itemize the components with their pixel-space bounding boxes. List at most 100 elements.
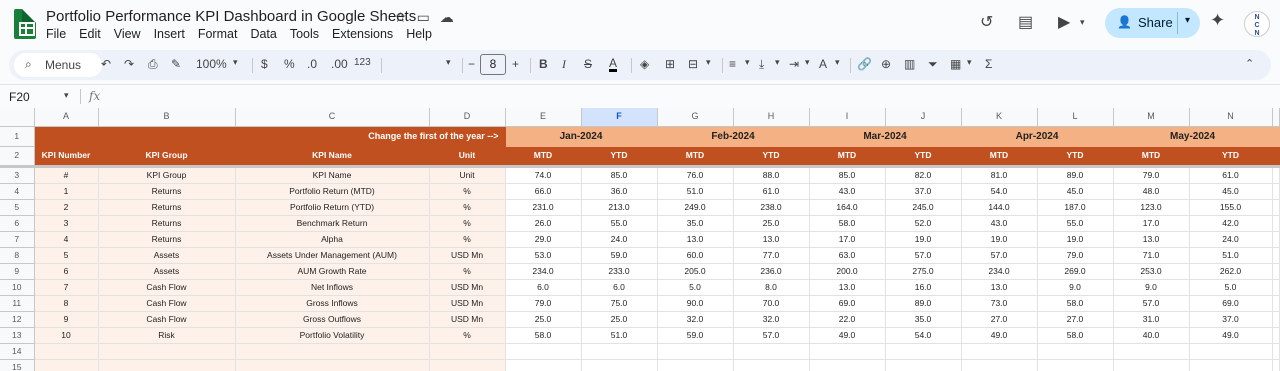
- column-header-k[interactable]: K: [961, 108, 1038, 127]
- ytd-value-cell[interactable]: 24.0: [1189, 231, 1273, 248]
- paint-format-icon[interactable]: ✎: [171, 57, 181, 71]
- text-wrapping-dropdown-icon[interactable]: ▾: [805, 57, 810, 68]
- ytd-value-cell[interactable]: 32.0: [733, 311, 810, 328]
- empty-cell[interactable]: [581, 343, 658, 360]
- mtd-value-cell[interactable]: 31.0: [1113, 311, 1190, 328]
- mtd-value-cell[interactable]: 123.0: [1113, 199, 1190, 216]
- ytd-value-cell[interactable]: 52.0: [885, 215, 962, 232]
- kpi-number-cell[interactable]: 3: [34, 215, 99, 232]
- unit-cell[interactable]: %: [429, 327, 506, 344]
- kpi-group-cell[interactable]: Risk: [98, 327, 236, 344]
- mtd-value-cell[interactable]: 26.0: [505, 215, 582, 232]
- column-title[interactable]: KPI Group: [98, 146, 236, 167]
- ytd-value-cell[interactable]: 19.0: [1037, 231, 1114, 248]
- kpi-number-cell[interactable]: 6: [34, 263, 99, 280]
- ytd-value-cell[interactable]: 13.0: [733, 231, 810, 248]
- year-change-note[interactable]: Change the first of the year -->: [34, 126, 506, 147]
- mtd-value-cell[interactable]: 57.0: [961, 247, 1038, 264]
- mtd-value-cell[interactable]: 43.0: [809, 183, 886, 200]
- ytd-value-cell[interactable]: 36.0: [581, 183, 658, 200]
- kpi-number-cell[interactable]: 7: [34, 279, 99, 296]
- ytd-value-cell[interactable]: 27.0: [1037, 311, 1114, 328]
- mtd-value-cell[interactable]: 164.0: [809, 199, 886, 216]
- column-header-l[interactable]: L: [1037, 108, 1114, 127]
- mtd-value-cell[interactable]: 200.0: [809, 263, 886, 280]
- unit-cell[interactable]: USD Mn: [429, 295, 506, 312]
- empty-cell[interactable]: [505, 343, 582, 360]
- currency-format-button[interactable]: $: [261, 57, 268, 71]
- kpi-name-cell[interactable]: Portfolio Volatility: [235, 327, 430, 344]
- select-all-corner[interactable]: [0, 108, 35, 127]
- mtd-value-cell[interactable]: 58.0: [809, 215, 886, 232]
- column-header-n[interactable]: N: [1189, 108, 1273, 127]
- merge-cells-icon[interactable]: ⊟: [688, 57, 698, 71]
- menu-item-extensions[interactable]: Extensions: [332, 27, 393, 41]
- row-header[interactable]: 8: [0, 247, 35, 264]
- empty-cell[interactable]: [1037, 359, 1114, 371]
- ytd-value-cell[interactable]: 51.0: [1189, 247, 1273, 264]
- row-header[interactable]: 5: [0, 199, 35, 216]
- column-header-d[interactable]: D: [429, 108, 506, 127]
- empty-cell[interactable]: [235, 343, 430, 360]
- kpi-name-cell[interactable]: Portfolio Return (MTD): [235, 183, 430, 200]
- kpi-group-cell[interactable]: Returns: [98, 231, 236, 248]
- empty-cell[interactable]: [733, 359, 810, 371]
- empty-cell[interactable]: [98, 359, 236, 371]
- functions-icon[interactable]: Σ: [985, 57, 992, 71]
- horizontal-align-dropdown-icon[interactable]: ▾: [745, 57, 750, 68]
- empty-cell[interactable]: [1272, 231, 1280, 248]
- empty-cell[interactable]: [1272, 164, 1280, 184]
- ytd-value-cell[interactable]: 6.0: [581, 279, 658, 296]
- mtd-value-cell[interactable]: 71.0: [1113, 247, 1190, 264]
- empty-cell[interactable]: [1272, 359, 1280, 371]
- column-title[interactable]: KPI Number: [34, 146, 99, 167]
- row-header[interactable]: 1: [0, 126, 35, 147]
- ytd-value-cell[interactable]: 57.0: [733, 327, 810, 344]
- ytd-value-cell[interactable]: 45.0: [1189, 183, 1273, 200]
- mtd-header[interactable]: MTD: [961, 146, 1038, 167]
- kpi-name-cell[interactable]: AUM Growth Rate: [235, 263, 430, 280]
- redo-icon[interactable]: ↷: [124, 57, 134, 71]
- meet-dropdown-icon[interactable]: ▾: [1080, 17, 1085, 28]
- insert-link-icon[interactable]: 🔗: [857, 57, 872, 71]
- kpi-name-cell[interactable]: Net Inflows: [235, 279, 430, 296]
- empty-cell[interactable]: [1272, 279, 1280, 296]
- mtd-value-cell[interactable]: 231.0: [505, 199, 582, 216]
- move-to-folder-icon[interactable]: ▭: [417, 9, 430, 26]
- fill-color-icon[interactable]: ◈: [640, 57, 649, 71]
- mtd-value-cell[interactable]: 13.0: [809, 279, 886, 296]
- empty-cell[interactable]: [961, 343, 1038, 360]
- increase-decimal-button[interactable]: .00: [331, 57, 348, 71]
- ytd-value-cell[interactable]: 25.0: [581, 311, 658, 328]
- kpi-name-cell[interactable]: Benchmark Return: [235, 215, 430, 232]
- empty-cell[interactable]: [98, 343, 236, 360]
- unit-cell[interactable]: %: [429, 183, 506, 200]
- insert-comment-icon[interactable]: ⊕: [881, 57, 891, 71]
- empty-cell[interactable]: [1272, 295, 1280, 312]
- mtd-value-cell[interactable]: 32.0: [657, 311, 734, 328]
- ytd-value-cell[interactable]: 77.0: [733, 247, 810, 264]
- column-header-g[interactable]: G: [657, 108, 734, 127]
- sheets-logo-icon[interactable]: [14, 9, 36, 39]
- gemini-sparkle-icon[interactable]: ✦: [1210, 10, 1225, 31]
- empty-cell[interactable]: [809, 359, 886, 371]
- document-title[interactable]: Portfolio Performance KPI Dashboard in G…: [46, 8, 416, 25]
- decrease-decimal-button[interactable]: .0: [307, 57, 317, 71]
- ytd-value-cell[interactable]: 155.0: [1189, 199, 1273, 216]
- mtd-value-cell[interactable]: 205.0: [657, 263, 734, 280]
- ytd-value-cell[interactable]: 88.0: [733, 164, 810, 184]
- kpi-group-cell[interactable]: Assets: [98, 263, 236, 280]
- ytd-value-cell[interactable]: 89.0: [1037, 164, 1114, 184]
- mtd-value-cell[interactable]: 27.0: [961, 311, 1038, 328]
- empty-cell[interactable]: [1272, 215, 1280, 232]
- vertical-align-dropdown-icon[interactable]: ▾: [775, 57, 780, 68]
- row-header[interactable]: 11: [0, 295, 35, 312]
- mtd-value-cell[interactable]: 234.0: [505, 263, 582, 280]
- ytd-value-cell[interactable]: 57.0: [885, 247, 962, 264]
- month-header[interactable]: Jan-2024: [505, 126, 658, 147]
- ytd-header[interactable]: YTD: [1189, 146, 1273, 167]
- ytd-value-cell[interactable]: 213.0: [581, 199, 658, 216]
- ytd-header[interactable]: YTD: [581, 146, 658, 167]
- mtd-value-cell[interactable]: 51.0: [657, 183, 734, 200]
- empty-cell[interactable]: [34, 343, 99, 360]
